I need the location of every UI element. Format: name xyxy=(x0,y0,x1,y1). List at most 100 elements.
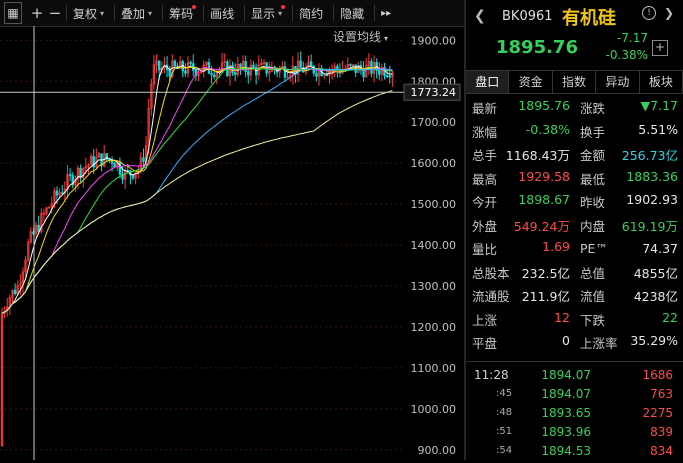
candle-body xyxy=(55,190,59,196)
trade-volume: 839 xyxy=(650,424,673,439)
stat-label: 流通股 xyxy=(472,289,510,305)
notification-dot xyxy=(192,5,197,9)
y-tick-label: 1500.00 xyxy=(411,198,457,211)
stat-value: 256.73亿 xyxy=(621,148,678,164)
toolbar-button-4[interactable]: 显示 ▾ xyxy=(247,3,286,23)
stat-label: 金额 xyxy=(580,148,606,164)
stat-cell: 最低 1883.36 xyxy=(574,169,682,188)
stat-label: PE™ xyxy=(580,241,608,257)
candle-body xyxy=(244,61,247,72)
stat-value: 1883.36 xyxy=(626,168,678,184)
security-name: 有机硅 xyxy=(562,8,616,29)
tab-2[interactable]: 指数 xyxy=(553,71,597,93)
stat-cell: 外盘 549.24万 xyxy=(466,216,574,235)
y-tick-label: 1100.00 xyxy=(411,362,457,375)
toolbar-button-1[interactable]: 叠加 ▾ xyxy=(117,3,156,23)
stat-label: 总手 xyxy=(472,148,498,164)
candle-body xyxy=(309,61,313,67)
candle-body xyxy=(210,73,213,76)
stats-row: 最新 1895.76 涨跌 ▼7.17 xyxy=(466,96,683,120)
stat-label: 总值 xyxy=(580,265,606,281)
stat-value: 211.9亿 xyxy=(521,289,570,305)
moving-average-line xyxy=(1,66,393,314)
trade-time: :48 xyxy=(496,407,513,418)
y-tick-label: 1400.00 xyxy=(411,239,457,252)
stat-cell: 涨幅 -0.38% xyxy=(466,122,574,141)
trade-volume: 834 xyxy=(650,443,673,458)
candle-body xyxy=(168,69,171,77)
trade-time: :54 xyxy=(496,445,513,456)
add-watchlist-icon[interactable]: + xyxy=(652,40,668,56)
stat-label: 平盘 xyxy=(472,336,498,352)
toolbar-divider xyxy=(374,5,376,21)
moving-average-line xyxy=(1,65,393,314)
stat-label: 涨跌 xyxy=(580,101,606,117)
stat-cell: 最高 1929.58 xyxy=(466,169,574,188)
stat-cell: 总手 1168.43万 xyxy=(466,145,574,164)
toolbar-button-3[interactable]: 画线 xyxy=(206,3,238,23)
toolbar-button-label: 简约 xyxy=(299,6,324,21)
stat-value: ▼7.17 xyxy=(640,98,678,114)
info-icon[interactable]: ! xyxy=(642,6,656,20)
stats-row: 流通股 211.9亿 流值 4238亿 xyxy=(466,284,683,308)
kline-chart-svg[interactable]: 1900.001800.001700.001600.001500.001400.… xyxy=(0,26,464,460)
toolbar-button-6[interactable]: 隐藏 xyxy=(336,3,368,23)
kline-chart[interactable]: 1900.00 1800.00 1700.00 1600.00 1500.00 1400.… xyxy=(0,26,464,460)
toolbar-divider xyxy=(114,5,116,21)
toolbar-button-0[interactable]: 复权 ▾ xyxy=(69,3,108,23)
stat-value: 232.5亿 xyxy=(521,265,570,281)
tab-1[interactable]: 资金 xyxy=(509,71,553,93)
stat-cell: 上涨率 35.29% xyxy=(574,333,682,352)
y-tick-label: 1700.00 xyxy=(411,116,457,129)
quote-stats: 最新 1895.76 涨跌 ▼7.17 涨幅 -0.38% 换手 5.51% 总手 1168.43… xyxy=(466,96,683,355)
toolbar-button-label: 叠加 xyxy=(121,6,146,21)
stat-value: 4238亿 xyxy=(633,289,678,305)
calendar-icon[interactable]: ▦ xyxy=(4,2,22,24)
stat-cell: PE™ 74.37 xyxy=(574,241,682,256)
zoom-out-icon[interactable]: − xyxy=(46,3,64,23)
security-code: BK0961 xyxy=(502,9,553,24)
candle-body xyxy=(184,70,187,74)
stat-cell: 上涨 12 xyxy=(466,310,574,329)
toolbar-button-label: 筹码 xyxy=(169,6,194,21)
ma-settings-button[interactable]: 设置均线 ▾ xyxy=(333,28,388,45)
toolbar-button-2[interactable]: 筹码 xyxy=(165,3,197,23)
tab-4[interactable]: 板块 xyxy=(640,71,683,93)
stat-cell: 总值 4855亿 xyxy=(574,263,682,282)
last-price: 1895.76 xyxy=(496,37,578,58)
stat-value: 619.19万 xyxy=(621,218,678,234)
chevron-down-icon: ▾ xyxy=(384,34,389,43)
stat-cell: 最新 1895.76 xyxy=(466,98,574,117)
y-tick-label: 1900.00 xyxy=(411,34,457,47)
tab-3[interactable]: 异动 xyxy=(596,71,640,93)
toolbar-button-5[interactable]: 简约 xyxy=(295,3,327,23)
chevron-left-icon[interactable]: ❮ xyxy=(474,8,486,24)
trade-price: 1894.07 xyxy=(541,386,591,401)
expand-toolbar-icon[interactable]: ▸▸ xyxy=(377,3,395,23)
tab-0[interactable]: 盘口 xyxy=(466,71,510,93)
chevron-down-icon: ▾ xyxy=(148,8,153,18)
stat-cell: 换手 5.51% xyxy=(574,122,682,141)
trade-price: 1894.53 xyxy=(541,443,591,458)
candle-body xyxy=(283,66,287,78)
y-tick-label: 1000.00 xyxy=(411,403,457,416)
trade-time: :45 xyxy=(496,388,513,399)
trade-price: 1893.65 xyxy=(541,405,591,420)
y-tick-label: 1600.00 xyxy=(411,157,457,170)
trade-row: :48 1893.65 2275 xyxy=(466,403,683,422)
candle-body xyxy=(131,174,135,179)
stat-value: 1895.76 xyxy=(518,98,570,114)
stat-value: 12 xyxy=(554,309,570,325)
toolbar-divider xyxy=(292,5,294,21)
trade-time: 11:28 xyxy=(474,367,509,382)
candle-body xyxy=(61,192,64,194)
chevron-down-icon: ▾ xyxy=(100,8,105,18)
stat-cell: 量比 1.69 xyxy=(466,239,574,258)
stats-row: 量比 1.69 PE™ 74.37 xyxy=(466,237,683,261)
candle-body xyxy=(173,60,177,67)
candle-body xyxy=(388,75,391,78)
chevron-right-icon[interactable]: ❯ xyxy=(664,6,674,20)
chart-toolbar: ▦ + − 复权 ▾ 叠加 ▾ 筹码 画线 显示 ▾ 简约 隐藏 ▸▸ xyxy=(0,0,464,27)
y-tick-label: 1200.00 xyxy=(411,321,457,334)
zoom-in-icon[interactable]: + xyxy=(28,3,46,23)
